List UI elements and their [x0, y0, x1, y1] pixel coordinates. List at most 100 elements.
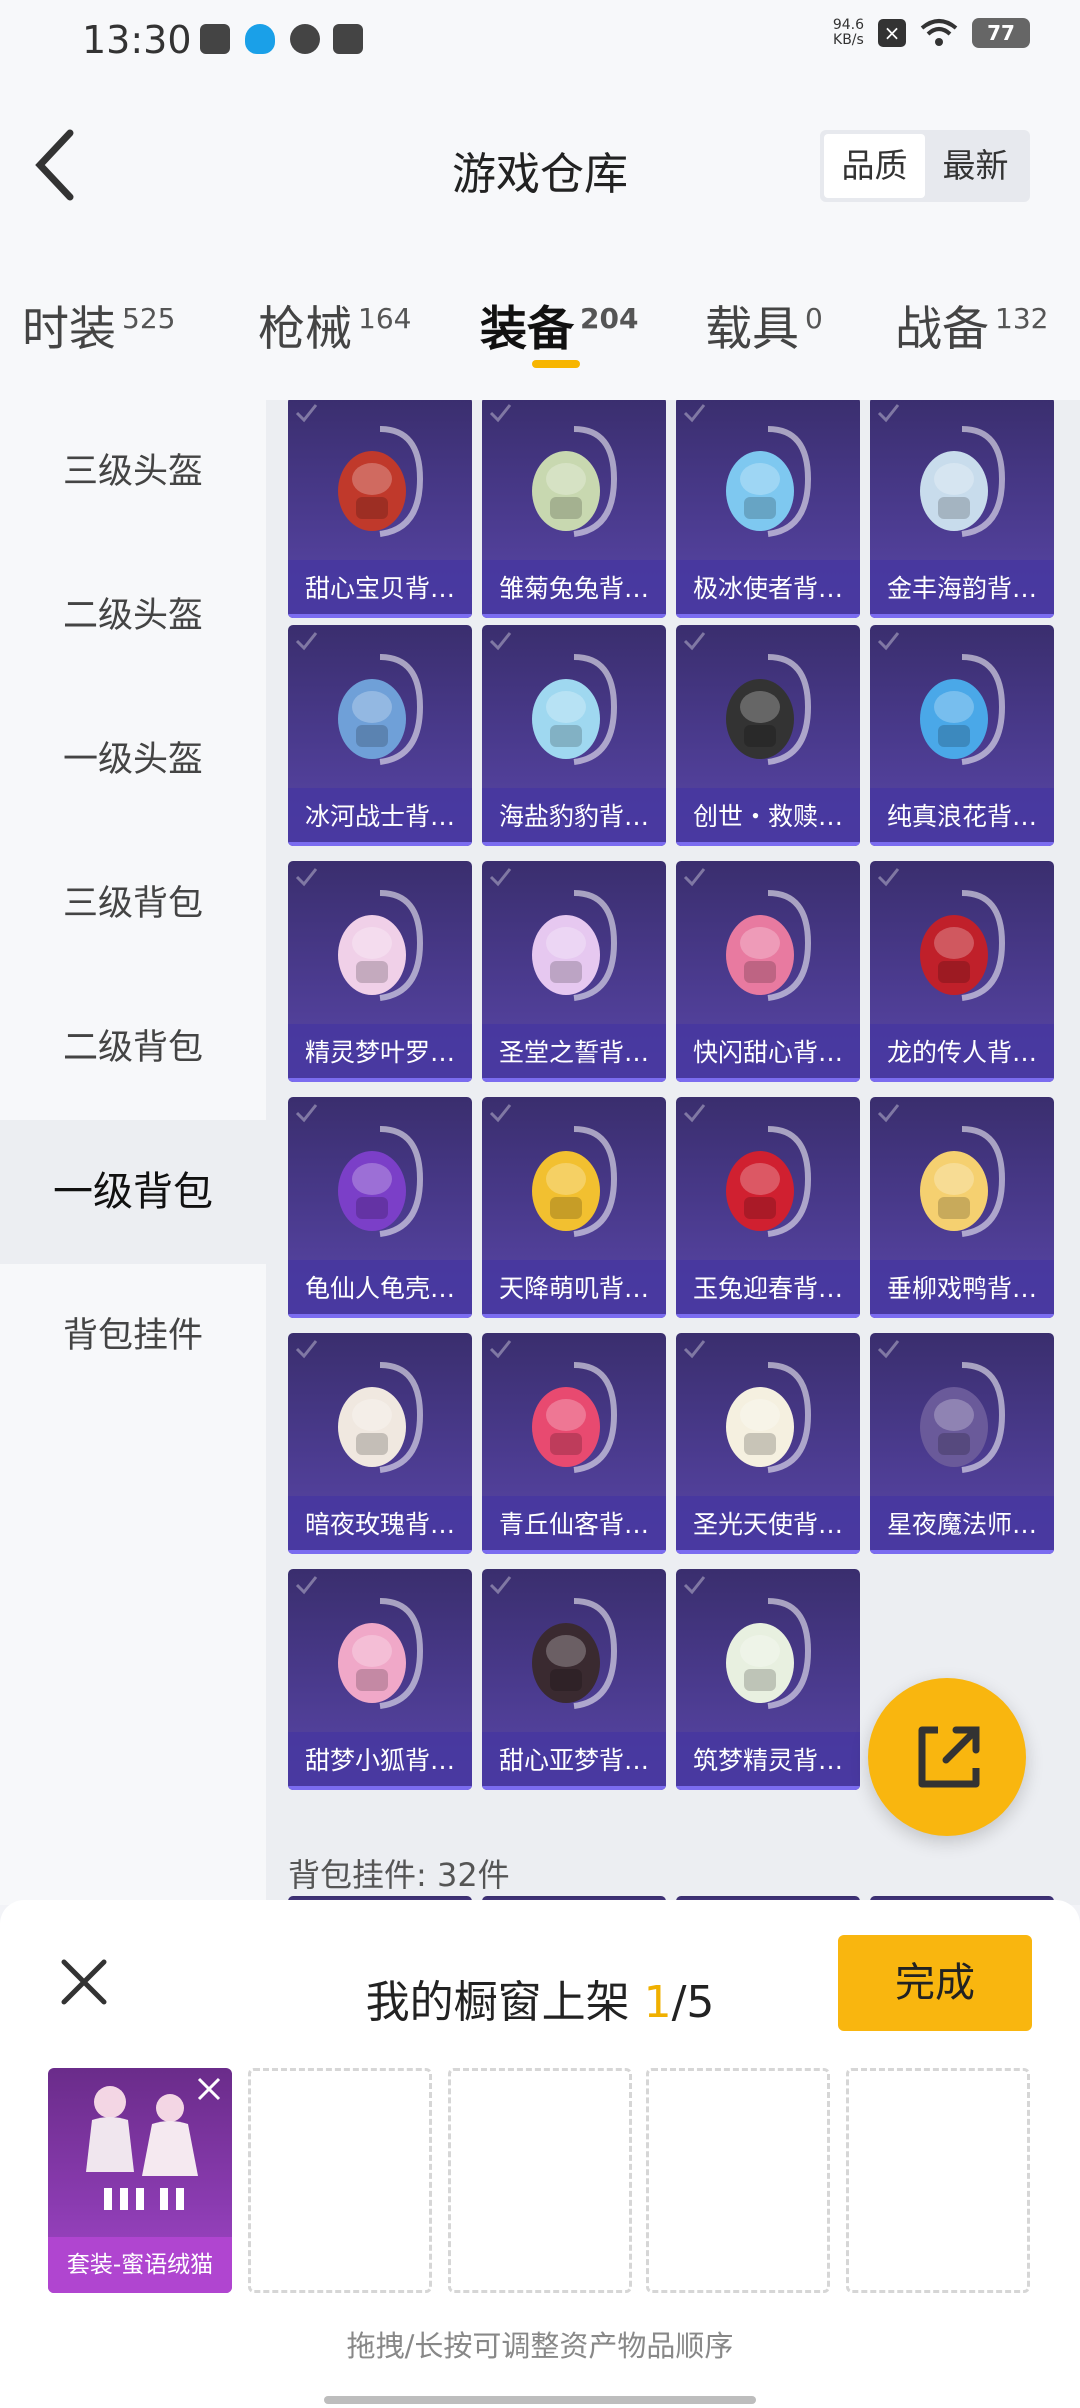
- tab-count: 164: [358, 302, 412, 336]
- item-name: 天降萌叽背…: [482, 1260, 666, 1318]
- sidebar-item-level2-helmet[interactable]: 二级头盔: [0, 544, 266, 688]
- active-tab-indicator: [532, 360, 580, 368]
- item-name: 极冰使者背…: [676, 560, 860, 618]
- item-card[interactable]: 冰河战士背…: [288, 625, 472, 846]
- sidebar-item-level3-helmet[interactable]: 三级头盔: [0, 400, 266, 544]
- tab-label: 战备: [895, 302, 989, 357]
- check-icon: [877, 1104, 900, 1123]
- check-icon: [489, 868, 512, 887]
- check-icon: [295, 1576, 318, 1595]
- battery-indicator: 77: [972, 18, 1030, 48]
- item-card[interactable]: 金丰海韵背…: [870, 400, 1054, 618]
- check-icon: [489, 1340, 512, 1359]
- backpack-icon: [726, 1362, 812, 1473]
- remove-icon[interactable]: [196, 2076, 222, 2102]
- check-icon: [683, 1340, 706, 1359]
- sidebar-item-backpack-pendant[interactable]: 背包挂件: [0, 1264, 266, 1408]
- item-card[interactable]: 圣堂之誓背…: [482, 861, 666, 1082]
- sim-off-icon: ×: [878, 19, 906, 47]
- category-tabs: 时装 525 枪械 164 装备 204 载具 0 战备 132: [0, 240, 1080, 400]
- backpack-icon: [338, 1362, 424, 1473]
- sidebar-item-level3-backpack[interactable]: 三级背包: [0, 832, 266, 976]
- backpack-icon: [726, 654, 812, 765]
- check-icon: [489, 1104, 512, 1123]
- item-card[interactable]: 快闪甜心背…: [676, 861, 860, 1082]
- showcase-slot-label: 套装-蜜语绒猫: [48, 2237, 232, 2293]
- backpack-icon: [920, 654, 1006, 765]
- done-button[interactable]: 完成: [838, 1935, 1032, 2031]
- item-name: 垂柳戏鸭背…: [870, 1260, 1054, 1318]
- item-card[interactable]: 极冰使者背…: [676, 400, 860, 618]
- item-card[interactable]: 圣光天使背…: [676, 1333, 860, 1554]
- check-icon: [683, 404, 706, 423]
- showcase-slot-filled[interactable]: 套装-蜜语绒猫: [48, 2068, 232, 2293]
- item-name: 冰河战士背…: [288, 788, 472, 846]
- network-speed-unit: KB/s: [833, 32, 864, 48]
- tab-fashion[interactable]: 时装 525: [22, 290, 175, 359]
- item-card[interactable]: 龟仙人龟壳…: [288, 1097, 472, 1318]
- tab-battle-prep[interactable]: 战备 132: [895, 290, 1048, 359]
- tab-label: 枪械: [258, 302, 352, 357]
- item-card[interactable]: 纯真浪花背…: [870, 625, 1054, 846]
- qq-notification-icon: [245, 24, 275, 54]
- item-name: 龙的传人背…: [870, 1024, 1054, 1082]
- tab-equipment[interactable]: 装备 204: [480, 290, 638, 359]
- app-notification-icon: [290, 24, 320, 54]
- showcase-slot-empty[interactable]: [248, 2068, 432, 2293]
- item-name: 星夜魔法师…: [870, 1496, 1054, 1554]
- tab-vehicles[interactable]: 载具 0: [705, 290, 823, 359]
- check-icon: [877, 868, 900, 887]
- backpack-icon: [532, 1598, 618, 1709]
- share-button[interactable]: [868, 1678, 1026, 1836]
- item-card[interactable]: 玉兔迎春背…: [676, 1097, 860, 1318]
- sort-newest-button[interactable]: 最新: [925, 134, 1026, 198]
- backpack-icon: [726, 426, 812, 537]
- showcase-slot-empty[interactable]: [646, 2068, 830, 2293]
- showcase-total-count: /5: [671, 1977, 715, 2028]
- item-card[interactable]: 精灵梦叶罗…: [288, 861, 472, 1082]
- showcase-title-text: 我的橱窗上架: [365, 1977, 644, 2028]
- item-name: 甜梦小狐背…: [288, 1732, 472, 1790]
- check-icon: [683, 632, 706, 651]
- check-icon: [489, 404, 512, 423]
- tab-guns[interactable]: 枪械 164: [258, 290, 411, 359]
- item-card[interactable]: 甜心宝贝背…: [288, 400, 472, 618]
- item-card[interactable]: 海盐豹豹背…: [482, 625, 666, 846]
- backpack-icon: [726, 1598, 812, 1709]
- check-icon: [489, 1576, 512, 1595]
- item-card[interactable]: 星夜魔法师…: [870, 1333, 1054, 1554]
- backpack-icon: [920, 426, 1006, 537]
- sort-quality-button[interactable]: 品质: [824, 134, 925, 198]
- check-icon: [877, 1340, 900, 1359]
- item-card[interactable]: 垂柳戏鸭背…: [870, 1097, 1054, 1318]
- item-card[interactable]: 青丘仙客背…: [482, 1333, 666, 1554]
- item-card[interactable]: 甜心亚梦背…: [482, 1569, 666, 1790]
- item-card[interactable]: 龙的传人背…: [870, 861, 1054, 1082]
- network-speed: 94.6 KB/s: [833, 18, 864, 48]
- item-card[interactable]: 雏菊兔兔背…: [482, 400, 666, 618]
- item-card[interactable]: 创世・救赎…: [676, 625, 860, 846]
- sidebar-item-level1-helmet[interactable]: 一级头盔: [0, 688, 266, 832]
- tab-label: 载具: [705, 302, 799, 357]
- check-icon: [877, 404, 900, 423]
- showcase-current-count: 1: [643, 1977, 672, 2028]
- tab-count: 525: [122, 302, 176, 336]
- showcase-slot-empty[interactable]: [448, 2068, 632, 2293]
- sidebar-item-level1-backpack[interactable]: 一级背包: [0, 1120, 266, 1264]
- backpack-icon: [726, 890, 812, 1001]
- backpack-icon: [920, 1126, 1006, 1237]
- item-card[interactable]: 筑梦精灵背…: [676, 1569, 860, 1790]
- backpack-icon: [532, 1126, 618, 1237]
- check-icon: [683, 1576, 706, 1595]
- backpack-icon: [532, 426, 618, 537]
- item-card[interactable]: 甜梦小狐背…: [288, 1569, 472, 1790]
- showcase-slot-empty[interactable]: [846, 2068, 1030, 2293]
- share-icon: [918, 1726, 980, 1788]
- item-name: 创世・救赎…: [676, 788, 860, 846]
- item-card[interactable]: 暗夜玫瑰背…: [288, 1333, 472, 1554]
- item-name: 圣光天使背…: [676, 1496, 860, 1554]
- home-indicator[interactable]: [324, 2396, 756, 2404]
- sidebar-item-level2-backpack[interactable]: 二级背包: [0, 976, 266, 1120]
- item-card[interactable]: 天降萌叽背…: [482, 1097, 666, 1318]
- check-icon: [295, 632, 318, 651]
